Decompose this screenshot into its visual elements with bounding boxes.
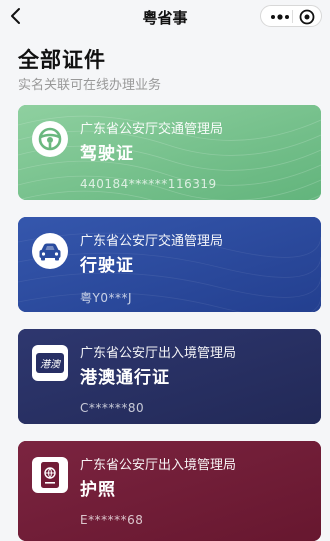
card-authority: 广东省公安厅交通管理局 <box>80 234 224 249</box>
card-number: E******68 <box>80 513 144 527</box>
card-icon-badge <box>32 457 68 493</box>
card-authority: 广东省公安厅出入境管理局 <box>80 458 237 473</box>
card-hk-macau-permit[interactable]: 港澳 广东省公安厅出入境管理局 港澳通行证 C******80 <box>18 329 321 424</box>
target-close-icon[interactable] <box>298 8 316 26</box>
card-vehicle-license[interactable]: 广东省公安厅交通管理局 行驶证 粤Y0***J <box>18 217 321 312</box>
permit-icon-text: 港澳 <box>40 359 61 371</box>
car-icon <box>39 243 61 261</box>
card-title: 护照 <box>80 480 116 500</box>
steering-wheel-icon <box>38 127 62 151</box>
passport-icon <box>41 462 59 488</box>
hk-macau-permit-icon: 港澳 <box>36 353 64 373</box>
card-icon-badge: 港澳 <box>32 345 68 381</box>
card-authority: 广东省公安厅出入境管理局 <box>80 346 237 361</box>
card-icon-badge <box>32 121 68 157</box>
card-icon-badge <box>32 233 68 269</box>
more-dots-icon[interactable] <box>268 10 292 24</box>
card-title: 驾驶证 <box>80 144 134 164</box>
navigation-bar: 粤省事 <box>0 0 330 34</box>
card-number: 粤Y0***J <box>80 291 133 305</box>
capsule-divider <box>292 10 293 23</box>
card-title: 港澳通行证 <box>80 368 170 388</box>
mini-program-capsule <box>260 5 322 27</box>
card-number: 440184******116319 <box>80 177 217 191</box>
page-subtitle: 实名关联可在线办理业务 <box>18 78 162 93</box>
card-driver-license[interactable]: 广东省公安厅交通管理局 驾驶证 440184******116319 <box>18 105 321 200</box>
card-authority: 广东省公安厅交通管理局 <box>80 122 224 137</box>
card-number: C******80 <box>80 401 145 415</box>
card-passport[interactable]: 广东省公安厅出入境管理局 护照 E******68 <box>18 441 321 541</box>
card-title: 行驶证 <box>80 256 134 276</box>
page-title: 全部证件 <box>18 48 106 72</box>
